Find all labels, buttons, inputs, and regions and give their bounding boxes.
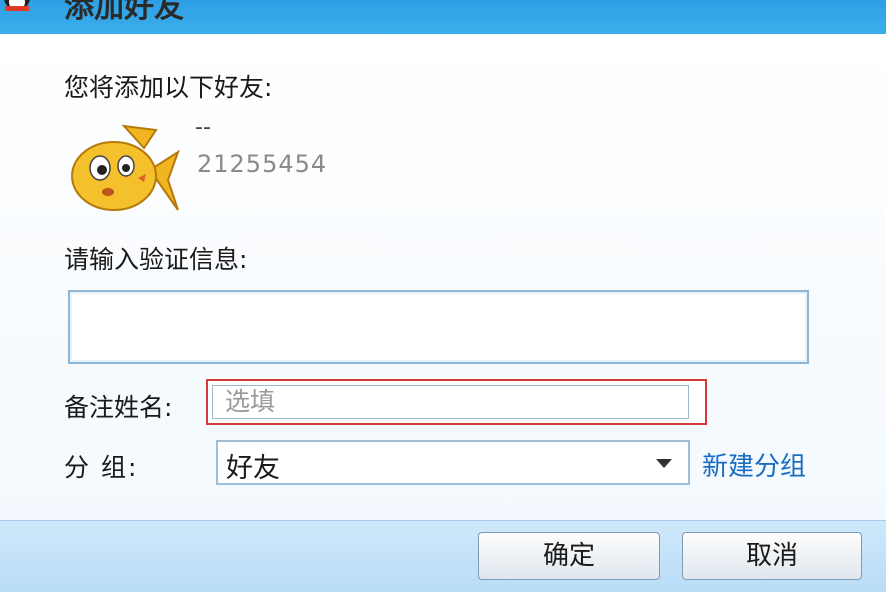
remark-name-field[interactable]: 选填 — [206, 379, 707, 425]
friend-nickname: -- — [195, 115, 211, 140]
title-bar[interactable]: 添加好友 — [0, 0, 886, 34]
remark-label: 备注姓名: — [64, 393, 173, 422]
verify-message-input[interactable] — [68, 290, 809, 364]
group-selected-value: 好友 — [226, 453, 280, 484]
verify-label: 请输入验证信息: — [64, 245, 248, 274]
group-label: 分 组: — [64, 453, 139, 482]
qq-penguin-icon — [4, 0, 30, 11]
group-select[interactable]: 好友 — [216, 440, 690, 485]
goldfish-avatar-icon — [71, 124, 180, 211]
friend-qq-number: 21255454 — [197, 150, 328, 178]
intro-text: 您将添加以下好友: — [64, 73, 273, 102]
remark-placeholder[interactable]: 选填 — [212, 385, 689, 419]
ok-button[interactable]: 确定 — [478, 532, 660, 580]
chevron-down-icon[interactable] — [656, 459, 672, 468]
new-group-link[interactable]: 新建分组 — [702, 446, 806, 483]
cancel-button[interactable]: 取消 — [682, 532, 862, 580]
window-title: 添加好友 — [64, 0, 184, 25]
